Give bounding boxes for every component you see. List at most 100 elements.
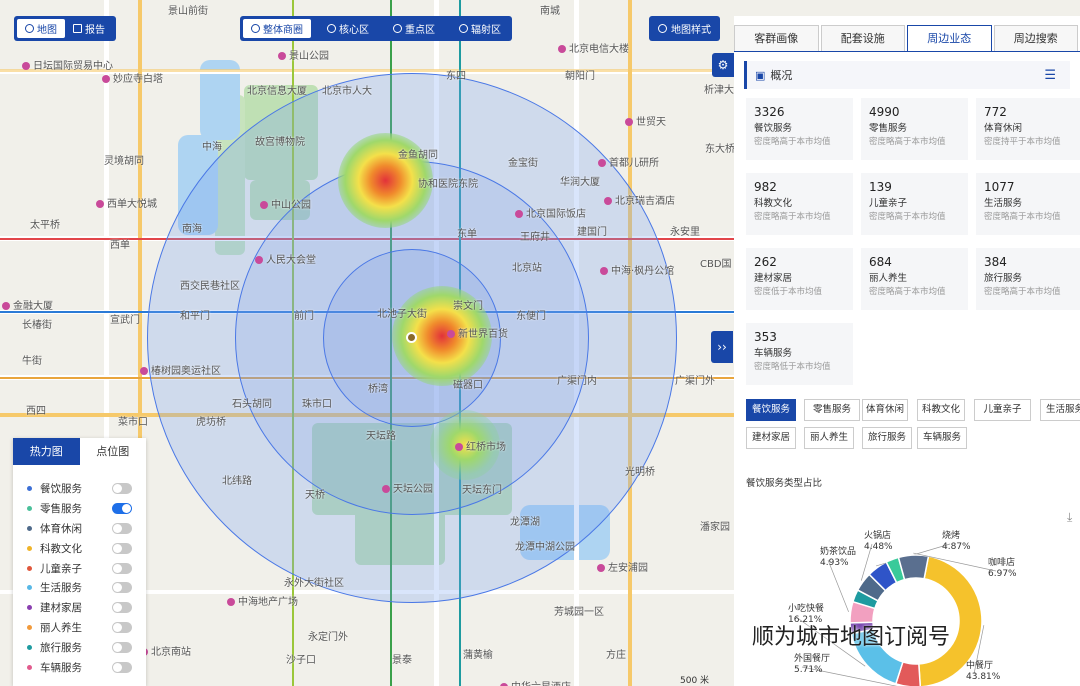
center-marker[interactable] xyxy=(406,332,417,343)
tab-point-map[interactable]: 点位图 xyxy=(80,438,147,465)
map-label: 建国门 xyxy=(577,227,607,238)
tab-radiation-area[interactable]: 辐射区 xyxy=(451,19,509,38)
legend-dot-icon xyxy=(27,545,32,551)
legend-item: 旅行服务 xyxy=(13,637,146,657)
layer-toggle[interactable] xyxy=(112,562,132,574)
stat-card[interactable]: 139 儿童亲子 密度略高于本市均值 xyxy=(861,173,968,235)
layer-toggle[interactable] xyxy=(112,582,132,594)
pie-label: 小吃快餐 xyxy=(788,602,824,614)
stat-name: 体育休闲 xyxy=(984,123,1023,134)
pie-percent-label: 5.71% xyxy=(794,665,823,675)
legend-label: 零售服务 xyxy=(40,503,82,516)
category-chip[interactable]: 旅行服务 xyxy=(862,427,912,449)
map-label: 天桥 xyxy=(305,490,325,501)
category-chip[interactable]: 生活服务 xyxy=(1040,399,1080,421)
map-label: 南城 xyxy=(540,6,560,17)
pie-slice[interactable] xyxy=(897,554,930,581)
category-chip[interactable]: 车辆服务 xyxy=(917,427,967,449)
stats-cards: 3326 餐饮服务 密度略高于本市均值 4990 零售服务 密度略高于本市均值 772 体育休… xyxy=(734,89,1080,389)
panel-toggle-button[interactable]: ›› xyxy=(711,331,733,363)
stat-count: 4990 xyxy=(869,105,900,119)
tab-core-area[interactable]: 核心区 xyxy=(319,19,377,38)
map-label: 牛街 xyxy=(22,356,42,367)
map-label: 东大桥 xyxy=(705,144,735,155)
stat-count: 1077 xyxy=(984,180,1015,194)
map-label: 中山公园 xyxy=(260,196,311,211)
map-label: 龙潭湖 xyxy=(510,517,540,528)
legend-item: 丽人养生 xyxy=(13,618,146,638)
stat-card[interactable]: 353 车辆服务 密度略低于本市均值 xyxy=(746,323,853,385)
category-chip[interactable]: 建材家居 xyxy=(746,427,796,449)
legend-dot-icon xyxy=(27,565,32,571)
map-label: 妙应寺白塔 xyxy=(102,70,163,85)
category-chip[interactable]: 科教文化 xyxy=(917,399,965,421)
stat-count: 3326 xyxy=(754,105,785,119)
category-chip[interactable]: 零售服务 xyxy=(804,399,860,421)
map-label: 永定门外 xyxy=(308,632,348,643)
settings-button[interactable]: ⚙ xyxy=(712,53,734,77)
target-icon xyxy=(393,24,402,33)
map-label: 西四 xyxy=(26,406,46,417)
category-chip[interactable]: 餐饮服务 xyxy=(746,399,796,421)
pie-percent-label: 4.87% xyxy=(942,542,971,552)
layer-toggle[interactable] xyxy=(112,522,132,534)
layer-toggle[interactable] xyxy=(112,661,132,673)
map-label: 金鱼胡同 xyxy=(398,150,438,161)
stat-desc: 密度略高于本市均值 xyxy=(754,137,831,147)
map-label: 光明桥 xyxy=(625,467,655,478)
map-label: 永外大街社区 xyxy=(284,578,344,589)
category-chip[interactable]: 儿童亲子 xyxy=(974,399,1031,421)
map-view-button[interactable]: 地图 xyxy=(17,19,65,38)
stat-card[interactable]: 772 体育休闲 密度持平于本市均值 xyxy=(976,98,1080,160)
map-label: 潘家园 xyxy=(700,522,730,533)
stat-card[interactable]: 982 科教文化 密度略高于本市均值 xyxy=(746,173,853,235)
layer-toggle[interactable] xyxy=(112,483,132,495)
tab-customer-profile[interactable]: 客群画像 xyxy=(734,25,819,51)
category-chip[interactable]: 丽人养生 xyxy=(804,427,854,449)
map-label: 天坛路 xyxy=(366,431,396,442)
tab-nearby-search[interactable]: 周边搜索 xyxy=(993,25,1078,51)
map-label: 中海地产广场 xyxy=(227,593,298,608)
layer-toggle[interactable] xyxy=(112,542,132,554)
stat-card[interactable]: 3326 餐饮服务 密度略高于本市均值 xyxy=(746,98,853,160)
tab-facilities[interactable]: 配套设施 xyxy=(820,25,905,51)
map-label: 中海 xyxy=(202,142,222,153)
map-label: 北京瑞吉酒店 xyxy=(604,192,675,207)
stat-card[interactable]: 262 建材家居 密度低于本市均值 xyxy=(746,248,853,310)
map-label: 景山前街 xyxy=(168,6,208,17)
legend-label: 餐饮服务 xyxy=(40,483,82,496)
stat-desc: 密度低于本市均值 xyxy=(754,287,823,297)
category-chip[interactable]: 体育休闲 xyxy=(862,399,908,421)
tab-nearby-business[interactable]: 周边业态 xyxy=(907,25,992,51)
map-label: 桥湾 xyxy=(368,384,388,395)
stat-card[interactable]: 4990 零售服务 密度略高于本市均值 xyxy=(861,98,968,160)
tab-heatmap[interactable]: 热力图 xyxy=(13,438,80,465)
legend-dot-icon xyxy=(27,506,32,512)
map-style-button[interactable]: 地图样式 xyxy=(649,16,720,41)
list-view-icon[interactable]: ☰ xyxy=(1044,68,1056,83)
stat-name: 生活服务 xyxy=(984,198,1023,209)
tab-overall-area[interactable]: 整体商圈 xyxy=(243,19,311,38)
map-label: 世贸天 xyxy=(625,113,666,128)
legend-label: 生活服务 xyxy=(40,582,82,595)
stat-card[interactable]: 684 丽人养生 密度略高于本市均值 xyxy=(861,248,968,310)
pie-percent-label: 6.97% xyxy=(988,569,1017,579)
layer-toggle[interactable] xyxy=(112,621,132,633)
book-icon: ▣ xyxy=(755,68,766,82)
view-toggle: 地图 报告 xyxy=(14,16,116,41)
stat-desc: 密度略高于本市均值 xyxy=(869,287,946,297)
stat-desc: 密度略高于本市均值 xyxy=(754,212,831,222)
tab-key-area[interactable]: 重点区 xyxy=(385,19,443,38)
map-label: 中海·枫丹公馆 xyxy=(600,262,674,277)
stat-name: 儿童亲子 xyxy=(869,198,908,209)
map-label: 王府井 xyxy=(520,232,550,243)
layer-toggle[interactable] xyxy=(112,503,132,515)
report-view-button[interactable]: 报告 xyxy=(65,19,113,38)
stat-card[interactable]: 384 旅行服务 密度略高于本市均值 xyxy=(976,248,1080,310)
stat-card[interactable]: 1077 生活服务 密度略高于本市均值 xyxy=(976,173,1080,235)
map-label: 北京信息大厦 xyxy=(247,86,307,97)
layer-toggle[interactable] xyxy=(112,641,132,653)
watermark: 顺为城市地图订阅号 xyxy=(752,625,951,650)
layer-toggle[interactable] xyxy=(112,602,132,614)
legend-dot-icon xyxy=(27,486,32,492)
